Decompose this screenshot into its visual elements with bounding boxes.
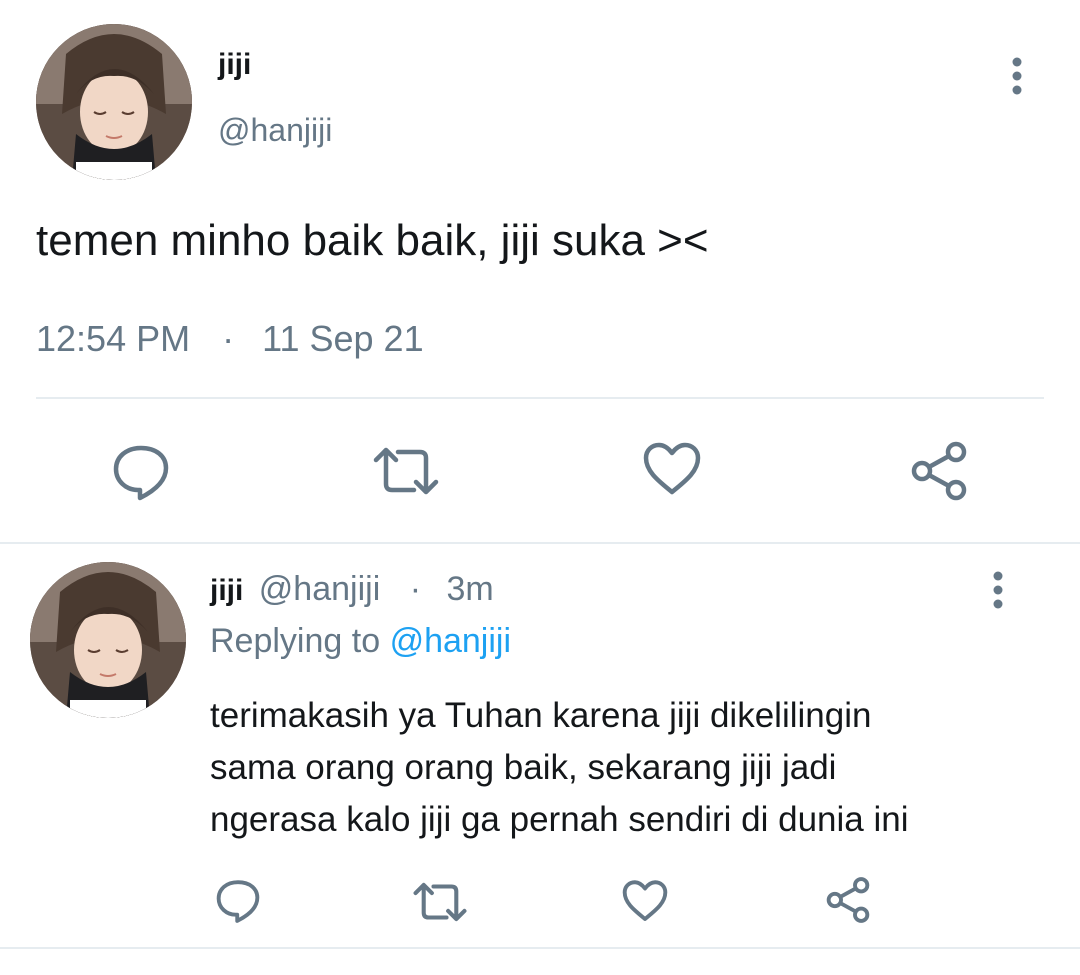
reply-text-line: terimakasih ya Tuhan karena jiji dikelil… [210,696,872,735]
reply-display-name[interactable]: jiji [210,574,243,607]
bottom-divider [0,947,1080,949]
replying-to: Replying to @hanjiji [210,622,511,661]
reply-text-line: sama orang orang baik, sekarang jiji jad… [210,748,837,787]
reply-age: 3m [446,570,494,608]
separator-dot: · [409,570,422,608]
replying-to-label: Replying to [210,622,381,660]
divider [36,397,1044,399]
tweet-timestamp: 12:54 PM · 11 Sep 21 [36,318,424,360]
avatar[interactable] [36,24,192,180]
reply-handle[interactable]: @hanjiji [259,570,380,608]
more-vertical-icon[interactable] [1000,56,1034,96]
separator-dot: · [222,318,235,359]
share-icon[interactable] [824,876,872,924]
replying-to-handle[interactable]: @hanjiji [390,622,511,660]
reply-text: terimakasih ya Tuhan karena jiji dikelil… [210,690,909,846]
tweet-text: temen minho baik baik, jiji suka >< [36,216,709,265]
heart-icon[interactable] [620,878,670,924]
retweet-icon[interactable] [412,880,468,924]
tweet-time: 12:54 PM [36,318,191,359]
tweet-date: 11 Sep 21 [262,318,424,359]
retweet-icon[interactable] [372,444,440,498]
more-vertical-icon[interactable] [982,570,1014,610]
share-icon[interactable] [908,440,970,502]
handle[interactable]: @hanjiji [218,112,332,149]
heart-icon[interactable] [640,440,704,498]
reply-text-line: ngerasa kalo jiji ga pernah sendiri di d… [210,800,909,839]
reply-header: jiji @hanjiji · 3m [210,570,494,609]
reply-avatar[interactable] [30,562,186,718]
display-name[interactable]: jiji [218,48,251,82]
reply-icon[interactable] [110,440,172,502]
reply-icon[interactable] [214,876,262,924]
section-divider [0,542,1080,544]
